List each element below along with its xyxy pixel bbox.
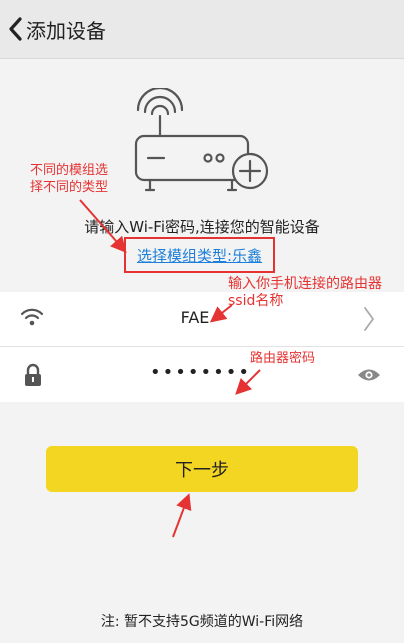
- annotation-arrows: [79, 199, 261, 538]
- arrow-to-module-link: [79, 199, 127, 254]
- arrow-to-password: [235, 369, 261, 395]
- arrow-to-ssid: [209, 304, 233, 323]
- arrow-to-next-button: [172, 493, 192, 538]
